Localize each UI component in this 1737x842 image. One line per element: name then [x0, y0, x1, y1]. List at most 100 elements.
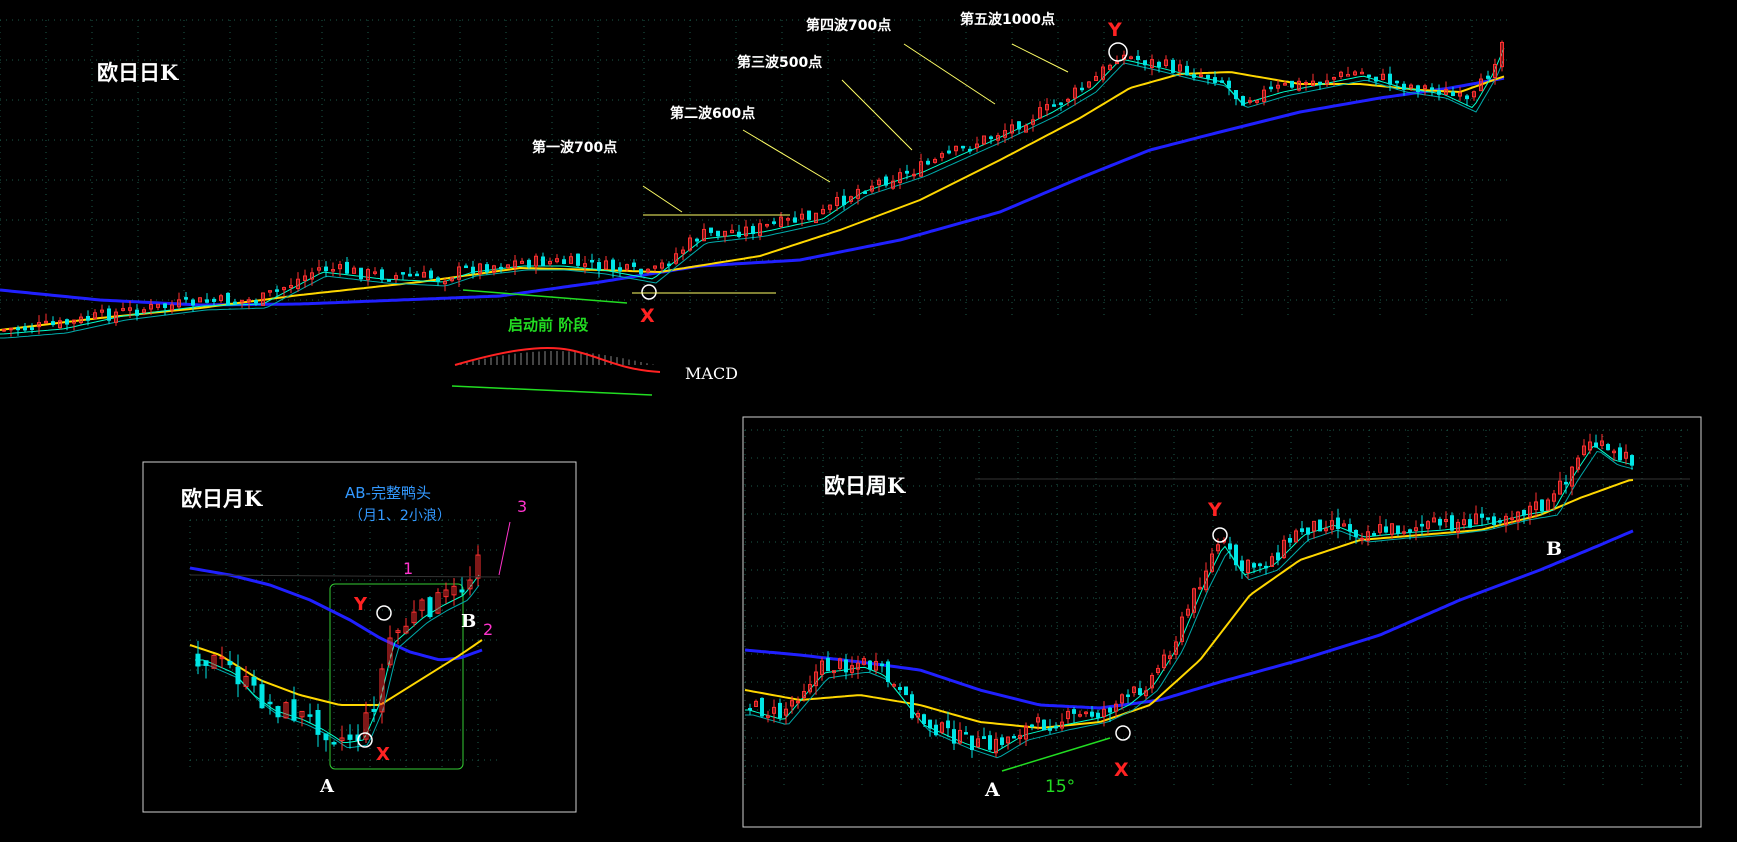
weekly-candle [748, 708, 752, 711]
monthly-ab-sub: （月1、2小浪） [349, 508, 451, 524]
daily-point-y: Y [1107, 19, 1122, 41]
daily-candle [695, 238, 699, 242]
daily-candle [16, 327, 20, 331]
monthly-grid [189, 519, 500, 770]
monthly-candle [371, 708, 377, 712]
weekly-candle [1234, 544, 1238, 566]
daily-candle [926, 160, 930, 165]
daily-candle [359, 267, 363, 280]
monthly-candle [459, 589, 465, 593]
daily-candle [1213, 77, 1217, 83]
weekly-candle [1042, 719, 1046, 731]
monthly-n2: 2 [483, 620, 493, 639]
daily-candle [226, 292, 230, 306]
monthly-candle [227, 660, 233, 666]
daily-candle [233, 301, 237, 305]
weekly-candle [1564, 481, 1568, 485]
wave4-label: 第四波700点 [806, 17, 891, 34]
weekly-candle [1348, 524, 1352, 532]
wave1-arrow [642, 185, 683, 213]
weekly-candle [1288, 538, 1292, 543]
daily-candle [135, 309, 139, 316]
weekly-candle [826, 657, 830, 672]
wave5-arrow [1011, 43, 1069, 73]
daily-candle [562, 259, 566, 265]
weekly-candle [1072, 709, 1076, 714]
daily-candle [1374, 76, 1378, 82]
daily-candle [415, 273, 419, 277]
daily-candle [387, 279, 391, 282]
weekly-candle [1276, 552, 1280, 561]
daily-candle [709, 227, 713, 233]
weekly-candle [1138, 688, 1142, 696]
monthly-candle [307, 714, 313, 717]
daily-candle [30, 327, 34, 331]
daily-candle [65, 319, 69, 325]
weekly-candle [1264, 565, 1268, 569]
monthly-ab-label: AB-完整鸭头 [345, 484, 431, 502]
macd-label: MACD [685, 364, 738, 383]
monthly-candle [267, 701, 273, 705]
weekly-candle [898, 687, 902, 690]
daily-candle [793, 217, 797, 223]
weekly-candle [946, 720, 950, 729]
daily-candle [1220, 80, 1224, 83]
wave3-label: 第三波500点 [737, 54, 822, 71]
daily-candle [1157, 61, 1161, 68]
daily-candle [51, 321, 55, 326]
wave2-label: 第二波600点 [670, 105, 755, 122]
monthly-n1: 1 [403, 559, 413, 578]
weekly-y-circle [1212, 527, 1228, 543]
daily-candle [576, 253, 580, 266]
daily-ma-mid [0, 59, 1505, 339]
daily-candle [618, 267, 622, 272]
weekly-candle [868, 660, 872, 670]
daily-candle [1206, 74, 1210, 79]
daily-candle [1143, 60, 1147, 66]
daily-candle [1486, 75, 1490, 79]
daily-candle [464, 265, 468, 269]
daily-candle [1416, 85, 1420, 93]
daily-candle [947, 150, 951, 154]
daily-candle [1290, 80, 1294, 88]
daily-candle [807, 210, 811, 220]
weekly-candle [970, 735, 974, 751]
weekly-candle [1396, 525, 1400, 534]
weekly-candle [1408, 529, 1412, 533]
monthly-candle [275, 706, 281, 718]
weekly-candle [1054, 725, 1058, 729]
daily-candle [541, 256, 545, 267]
monthly-candle [195, 653, 201, 667]
weekly-candle [1594, 442, 1598, 448]
weekly-candle [1030, 724, 1034, 728]
daily-candle [163, 303, 167, 308]
monthly-point-x: X [376, 744, 390, 765]
weekly-candle [1450, 515, 1454, 531]
daily-candle [107, 308, 111, 321]
daily-candles [2, 40, 1504, 337]
daily-candle [842, 195, 846, 206]
weekly-candle [1228, 543, 1232, 550]
daily-candle [527, 259, 531, 268]
daily-candle [212, 298, 216, 302]
daily-candle [1269, 86, 1273, 90]
weekly-candle [1618, 447, 1622, 461]
weekly-point-y: Y [1207, 499, 1222, 521]
daily-candle [191, 299, 195, 306]
daily-candle [1465, 95, 1469, 100]
daily-candle [772, 221, 776, 224]
daily-candle [884, 176, 888, 186]
daily-candle [1451, 91, 1455, 97]
wave4-arrow [903, 43, 996, 105]
monthly-candle [251, 676, 257, 686]
daily-candle [205, 299, 209, 303]
daily-candle [324, 266, 328, 272]
weekly-candle [1492, 516, 1496, 525]
weekly-candle [982, 736, 986, 740]
pre-stage-label: 启动前 阶段 [508, 316, 588, 334]
daily-candle [1437, 90, 1441, 95]
daily-candle [429, 270, 433, 279]
monthly-n3: 3 [517, 497, 527, 516]
weekly-ma-long [744, 529, 1634, 710]
monthly-candle [331, 742, 337, 745]
